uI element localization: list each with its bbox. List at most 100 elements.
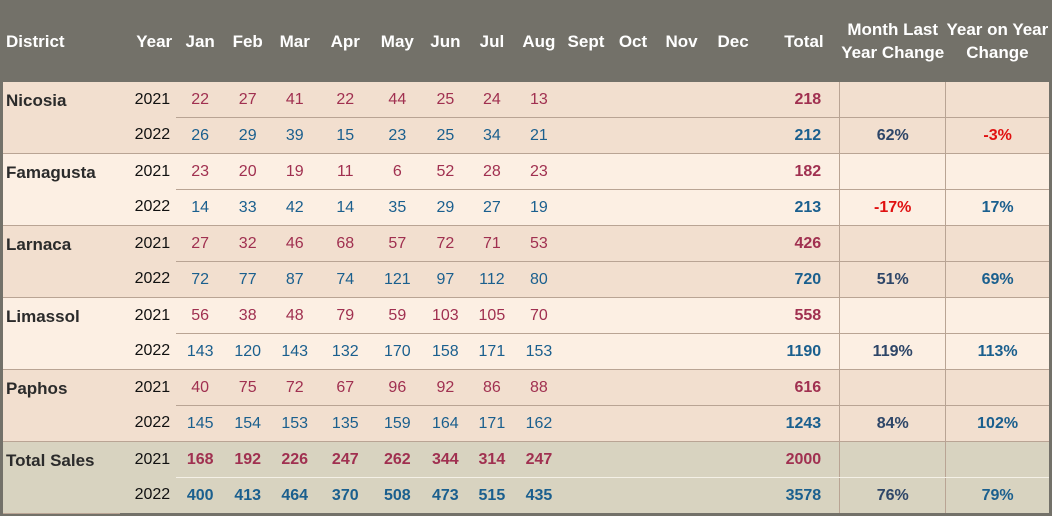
month-value <box>656 297 707 334</box>
year-on-year-change: -3% <box>945 117 1049 154</box>
year-cell: 2022 <box>120 261 177 298</box>
month-value <box>656 82 707 118</box>
month-value: 24 <box>468 82 516 118</box>
district-name: Total Sales <box>3 441 121 514</box>
year-cell: 2021 <box>120 441 177 478</box>
total-value: 426 <box>759 225 840 262</box>
month-value: 80 <box>515 261 563 298</box>
month-value: 92 <box>422 369 469 406</box>
month-value: 87 <box>271 261 319 298</box>
month-value: 70 <box>515 297 563 334</box>
month-value <box>609 297 657 334</box>
month-value: 120 <box>224 333 272 370</box>
table-row: Larnaca 2021 27 32 46 68 57 72 71 53 426 <box>3 225 1049 298</box>
month-value: 226 <box>271 441 319 478</box>
month-value: 22 <box>176 82 225 118</box>
month-last-year-change: 62% <box>839 117 946 154</box>
month-value: 88 <box>515 369 563 406</box>
header-month-oct: Oct <box>618 31 648 51</box>
month-value <box>706 441 760 478</box>
month-value: 153 <box>271 405 319 442</box>
month-last-year-change: 76% <box>839 477 946 513</box>
month-value: 29 <box>422 189 469 226</box>
month-value: 21 <box>515 117 563 154</box>
month-value: 26 <box>176 117 225 154</box>
total-value: 616 <box>759 369 840 406</box>
month-value: 435 <box>515 477 563 513</box>
month-value: 97 <box>422 261 469 298</box>
month-value: 400 <box>176 477 225 513</box>
year-on-year-change: 79% <box>945 477 1049 513</box>
month-value: 105 <box>468 297 516 334</box>
year-on-year-change <box>945 369 1049 406</box>
month-value: 13 <box>515 82 563 118</box>
month-value <box>609 333 657 370</box>
month-value: 29 <box>224 117 272 154</box>
month-value: 79 <box>318 297 373 334</box>
month-value: 39 <box>271 117 319 154</box>
year-cell: 2022 <box>120 405 177 442</box>
month-value: 46 <box>271 225 319 262</box>
month-value <box>562 405 610 442</box>
header-month-apr: Apr <box>330 31 360 51</box>
total-value: 2000 <box>759 441 840 478</box>
month-value <box>562 297 610 334</box>
month-value <box>562 261 610 298</box>
total-value: 3578 <box>759 477 840 513</box>
month-value: 71 <box>468 225 516 262</box>
month-value: 164 <box>422 405 469 442</box>
month-value <box>656 189 707 226</box>
month-value: 135 <box>318 405 373 442</box>
month-value <box>609 153 657 190</box>
sales-table: District Year Jan Feb Mar Apr May Jun Jul Aug Sept… <box>3 0 1049 514</box>
month-value <box>609 225 657 262</box>
header-row: District Year Jan Feb Mar Apr May Jun Jul Aug Sept… <box>3 0 1049 82</box>
month-value: 19 <box>271 153 319 190</box>
month-last-year-change <box>839 441 946 478</box>
month-value <box>656 405 707 442</box>
month-value <box>656 477 707 513</box>
district-name: Nicosia <box>3 82 121 154</box>
month-value <box>562 153 610 190</box>
total-value: 182 <box>759 153 840 190</box>
month-value <box>706 82 760 118</box>
month-value <box>609 189 657 226</box>
month-value <box>656 225 707 262</box>
month-value: 38 <box>224 297 272 334</box>
month-value: 170 <box>372 333 423 370</box>
month-value: 68 <box>318 225 373 262</box>
year-cell: 2022 <box>120 333 177 370</box>
month-value: 53 <box>515 225 563 262</box>
month-value: 145 <box>176 405 225 442</box>
year-on-year-change <box>945 297 1049 334</box>
header-month-sept: Sept <box>567 31 605 51</box>
header-month-aug: Aug <box>522 31 556 51</box>
district-name: Larnaca <box>3 225 121 298</box>
total-value: 213 <box>759 189 840 226</box>
month-value: 14 <box>318 189 373 226</box>
header-year-on-year-change: Year on Year Change <box>946 20 1049 62</box>
month-value <box>609 261 657 298</box>
total-value: 558 <box>759 297 840 334</box>
header-month-mar: Mar <box>279 31 310 51</box>
month-value: 11 <box>318 153 373 190</box>
month-value <box>706 153 760 190</box>
month-value: 121 <box>372 261 423 298</box>
header-month-jun: Jun <box>430 31 461 51</box>
month-last-year-change <box>839 297 946 334</box>
month-value: 32 <box>224 225 272 262</box>
table-row: Nicosia 2021 22 27 41 22 44 25 24 13 218 <box>3 82 1049 154</box>
month-value <box>706 189 760 226</box>
year-cell: 2021 <box>120 153 177 190</box>
month-value <box>706 477 760 513</box>
month-value: 77 <box>224 261 272 298</box>
month-value: 23 <box>515 153 563 190</box>
month-last-year-change: 84% <box>839 405 946 442</box>
month-last-year-change: -17% <box>839 189 946 226</box>
district-name: Limassol <box>3 297 121 370</box>
month-value: 23 <box>372 117 423 154</box>
month-value <box>609 117 657 154</box>
month-value <box>656 369 707 406</box>
month-value <box>562 225 610 262</box>
header-year: Year <box>136 31 173 51</box>
